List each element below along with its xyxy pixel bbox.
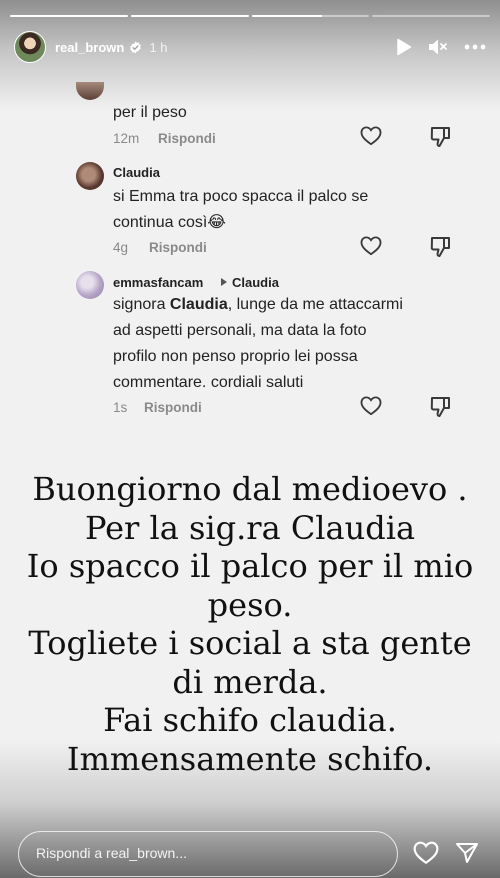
comment-text-line: signora Claudia, lunge da me attaccarmi <box>113 292 403 318</box>
caption-line: Fai schifo claudia. <box>103 701 397 739</box>
mention: Claudia <box>169 296 228 313</box>
caption-line: peso. <box>207 585 293 624</box>
like-heart-icon[interactable] <box>413 841 439 865</box>
comment-text-line: ad aspetti personali, ma data la foto <box>113 322 367 339</box>
more-options-icon[interactable] <box>464 44 486 50</box>
comment-age: 1s <box>113 400 128 415</box>
progress-segment <box>251 15 370 17</box>
comment-text-line: continua così😂 <box>113 214 226 231</box>
caption-line: Per la sig.ra Claudia <box>84 508 416 547</box>
dislike-icon <box>430 397 450 417</box>
comment-text-segment: signora <box>113 296 170 313</box>
username[interactable]: real_brown <box>55 40 124 55</box>
dislike-icon <box>430 127 450 147</box>
share-send-icon[interactable] <box>455 841 479 865</box>
caption-line: Immensamente schifo. <box>66 739 434 778</box>
reply-placeholder: Rispondi a real_brown... <box>36 845 187 861</box>
story-header: real_brown 1 h <box>14 30 486 64</box>
reply-link: Rispondi <box>158 131 216 146</box>
progress-segment <box>10 15 128 17</box>
comment-text-line: commentare. cordiali saluti <box>113 374 304 391</box>
caption-line: Io spacco il palco per il mio <box>26 547 474 585</box>
play-icon[interactable] <box>396 38 412 56</box>
reply-link: Rispondi <box>144 400 202 415</box>
reply-input[interactable]: Rispondi a real_brown... <box>18 831 398 877</box>
caption-line: di merda. <box>172 662 328 701</box>
heart-icon <box>360 236 382 256</box>
caption-line: Buongiorno dal medioevo . <box>32 470 468 508</box>
commenter-avatar <box>76 162 104 190</box>
comment-text-segment: , lunge da me attaccarmi <box>227 296 403 313</box>
story-progress-bar <box>10 15 490 17</box>
heart-icon <box>360 126 382 146</box>
comment-text: per il peso <box>113 104 187 121</box>
post-time: 1 h <box>149 39 168 55</box>
reply-arrow-icon <box>221 278 227 286</box>
mute-icon[interactable] <box>428 38 448 56</box>
comment-age: 12m <box>113 131 140 146</box>
reply-to-name: Claudia <box>232 275 279 290</box>
reply-link: Rispondi <box>149 240 207 255</box>
verified-badge-icon <box>130 41 142 53</box>
comment-text-line: profilo non penso proprio lei possa <box>113 348 358 365</box>
story-caption: Buongiorno dal medioevo . Per la sig.ra … <box>0 470 500 778</box>
dislike-icon <box>430 237 450 257</box>
comment-text-line: si Emma tra poco spacca il palco se <box>113 188 369 205</box>
commenter-avatar <box>76 271 104 299</box>
progress-segment <box>130 15 249 17</box>
caption-line: Togliete i social a sta gente <box>28 624 472 662</box>
progress-segment <box>372 15 490 17</box>
commenter-name: Claudia <box>113 165 160 180</box>
commenter-name: emmasfancam <box>113 275 204 290</box>
profile-avatar[interactable] <box>14 31 46 63</box>
heart-icon <box>360 396 382 416</box>
comment-age: 4g <box>113 240 129 255</box>
